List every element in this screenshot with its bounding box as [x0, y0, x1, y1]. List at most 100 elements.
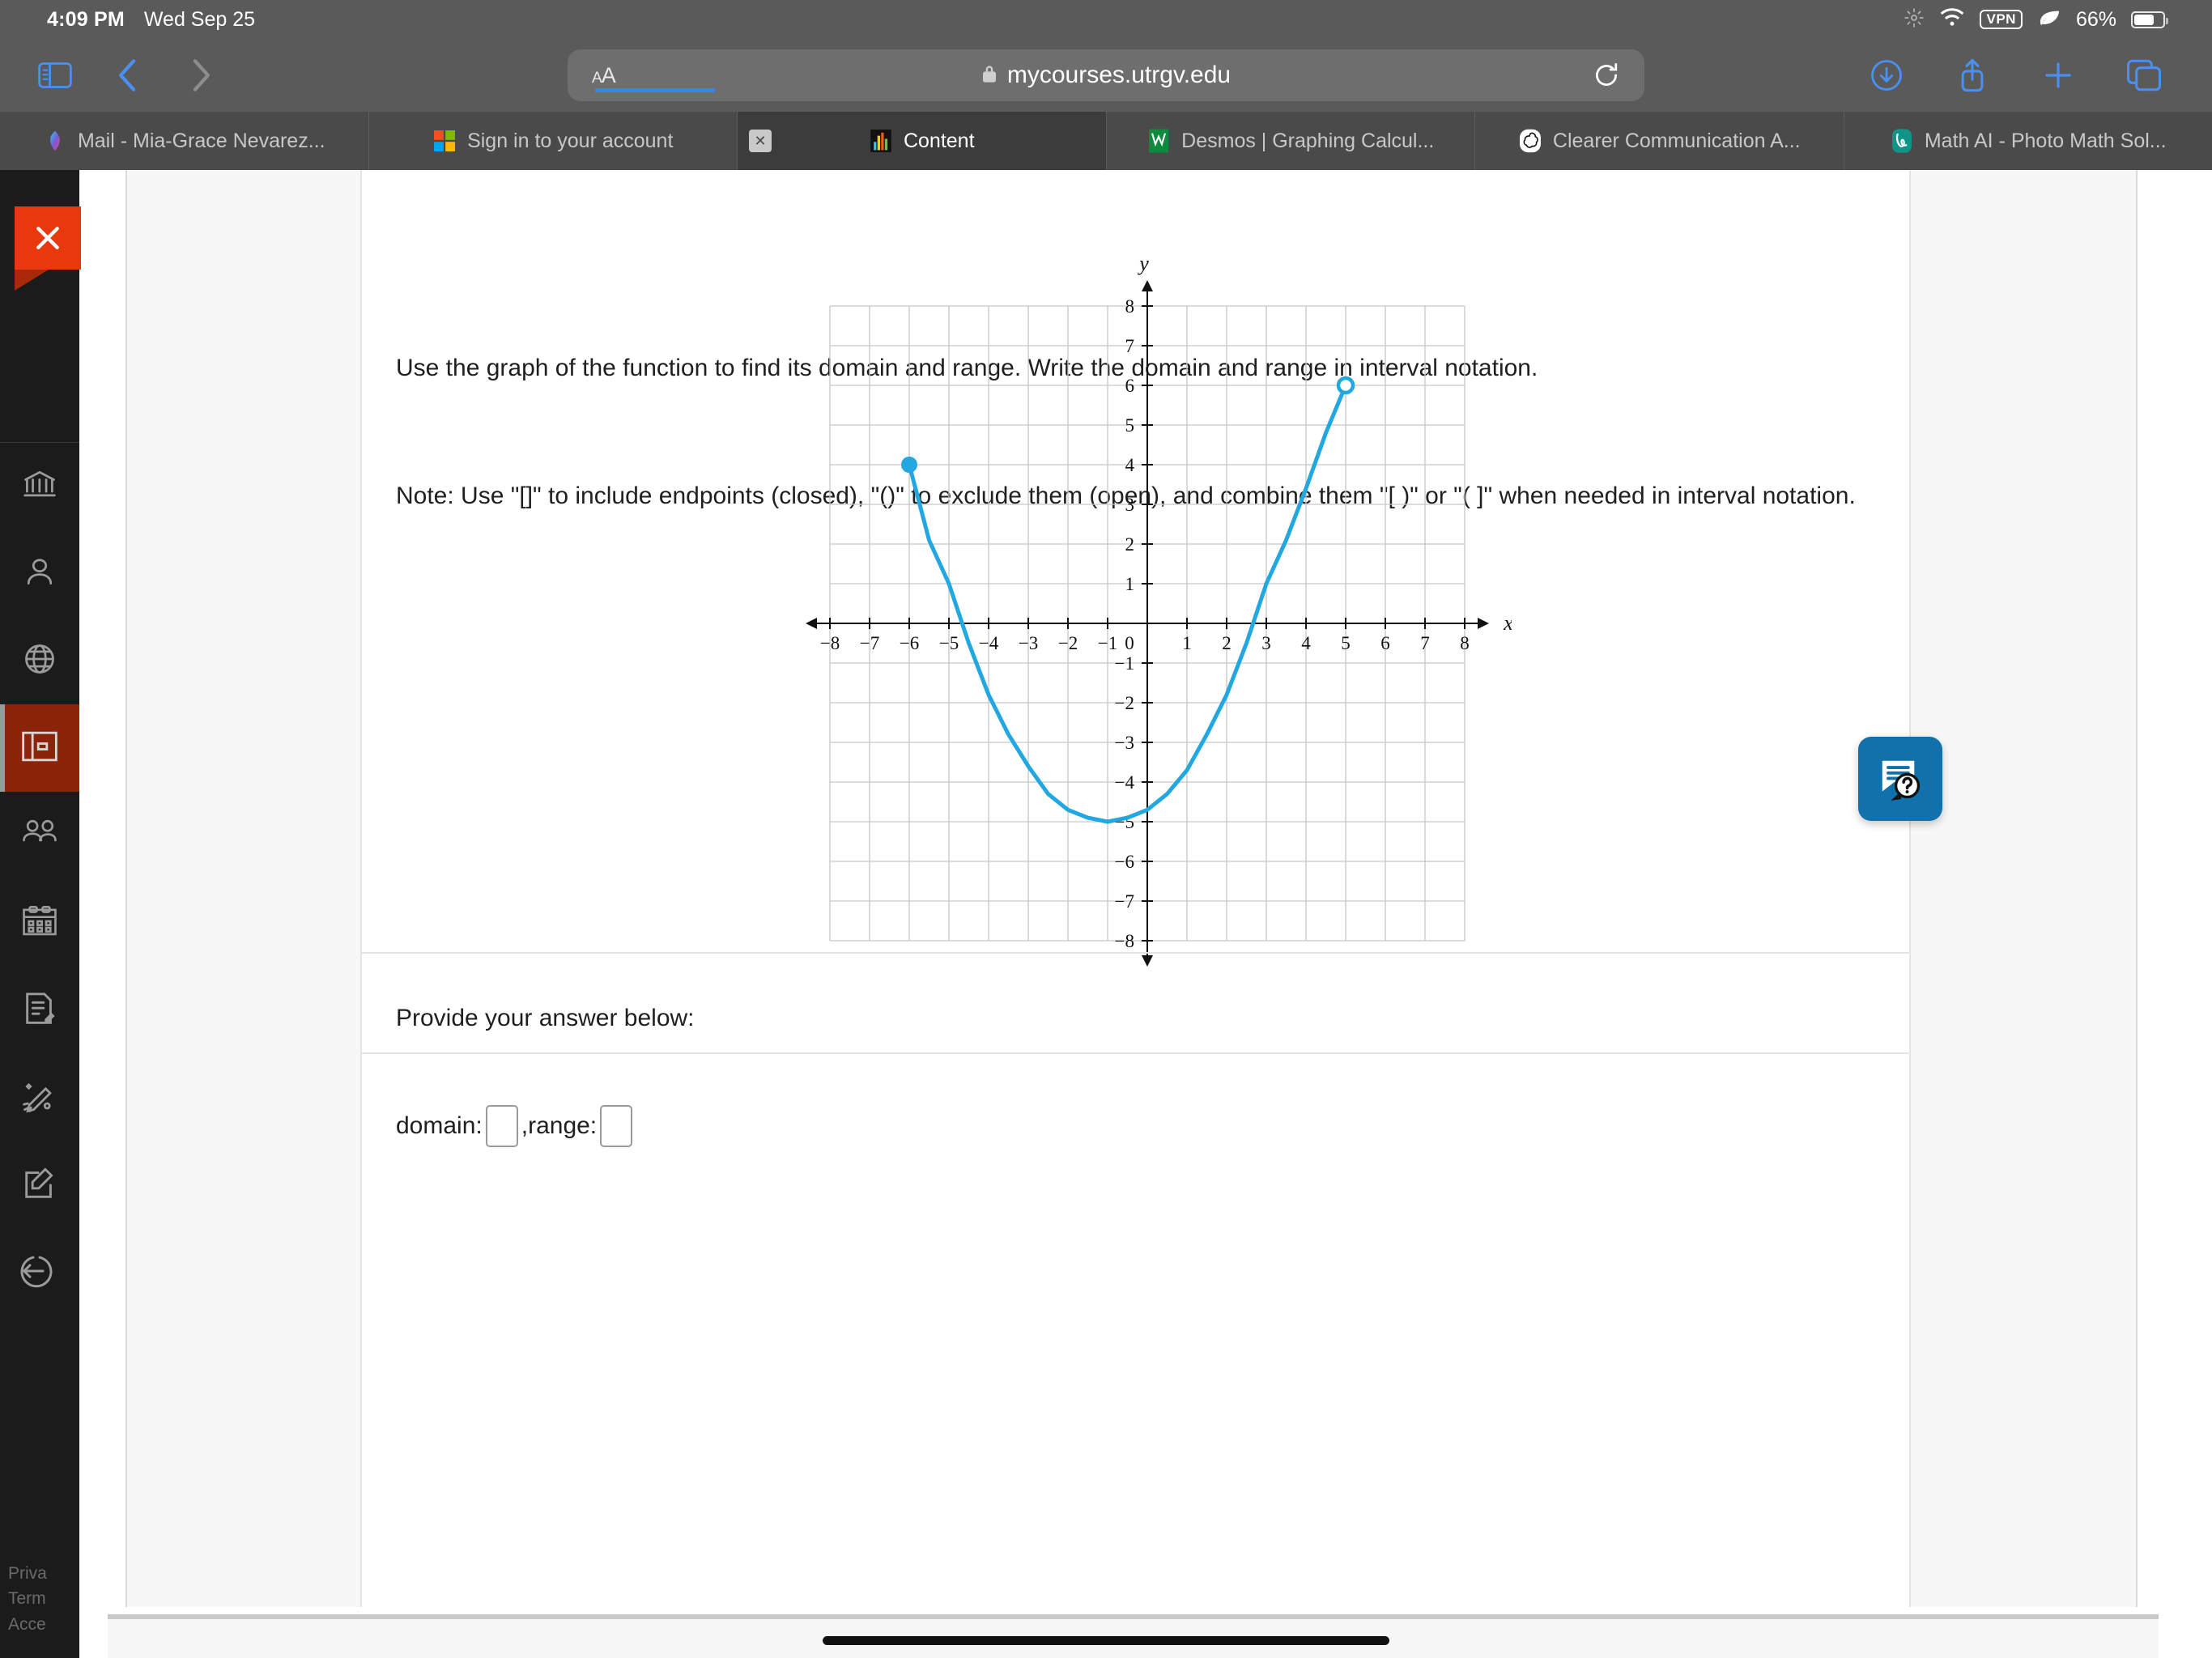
y-tick-label: 1 [1125, 574, 1135, 594]
lms-sidebar: Priva Term Acce [0, 170, 81, 1658]
chat-question-icon [1882, 760, 1921, 801]
lock-icon [981, 64, 998, 87]
privacy-link[interactable]: Priva [8, 1561, 47, 1587]
question-body: Use the graph of the function to find it… [360, 170, 1911, 1607]
field-separator: , [521, 1112, 529, 1139]
status-date: Wed Sep 25 [143, 7, 256, 31]
tab-mail[interactable]: Mail - Mia-Grace Nevarez... [0, 112, 369, 170]
sidebar-item-globe[interactable] [0, 617, 79, 704]
sidebar-item-groups[interactable] [0, 792, 79, 879]
open-endpoint-circle [1336, 376, 1355, 395]
sidebar-item-tools[interactable] [0, 1054, 79, 1141]
divider-below-answer-prompt [362, 1052, 1909, 1054]
text-size-button[interactable]: AAAA [592, 63, 715, 92]
openai-icon [1518, 129, 1542, 153]
function-curve [907, 383, 1348, 824]
ipad-status-bar: 4:09 PM Wed Sep 25 VPN 66% [0, 0, 2212, 39]
x-tick-label: 2 [1222, 633, 1231, 653]
sidebar-close-button[interactable] [15, 206, 81, 291]
y-tick-label: 5 [1125, 415, 1135, 436]
url-bar-container: AAAA mycourses.utrgv.edu [0, 49, 2212, 101]
browser-toolbar: AAAA mycourses.utrgv.edu [0, 39, 2212, 112]
question-card: Use the graph of the function to find it… [125, 170, 2138, 1607]
screen: 4:09 PM Wed Sep 25 VPN 66% AA mycourses.… [0, 0, 2212, 1658]
url-display: mycourses.utrgv.edu [568, 62, 1644, 89]
tab-content[interactable]: ✕ Content [738, 112, 1107, 170]
url-bar[interactable]: AAAA mycourses.utrgv.edu [568, 49, 1644, 101]
accessibility-link[interactable]: Acce [8, 1612, 47, 1638]
battery-icon [2131, 11, 2168, 28]
y-tick-label: −8 [1115, 931, 1134, 951]
reload-button[interactable] [1593, 62, 1620, 89]
calendar-icon [21, 903, 58, 943]
terms-link[interactable]: Term [8, 1586, 47, 1612]
mathai-icon [1890, 129, 1914, 153]
tab-signin[interactable]: Sign in to your account [369, 112, 738, 170]
x-tick-label: 8 [1460, 633, 1470, 653]
lms-page: Use the graph of the function to find it… [108, 170, 2159, 1619]
y-tick-label: −7 [1115, 891, 1134, 912]
y-tick-label: −6 [1115, 852, 1134, 872]
tab-math-ai[interactable]: Math AI - Photo Math Sol... [1844, 112, 2212, 170]
sidebar-item-course-content[interactable] [0, 704, 79, 792]
x-tick-label: −5 [939, 633, 959, 653]
lms-chart-icon [869, 129, 893, 153]
domain-input[interactable] [485, 1105, 518, 1147]
function-graph: −8 −7 −6 −5 −4 −3 −2 −1 1 2 3 4 5 6 7 8 0 −8 −7 −6 −5 −4 −3 −2−… [783, 241, 1513, 986]
x-tick-label: −2 [1058, 633, 1078, 653]
sidebar-item-assignments[interactable] [0, 967, 79, 1054]
content-panel-icon [21, 729, 58, 767]
bank-icon [22, 466, 57, 506]
microsoft-icon [432, 129, 457, 153]
sidebar-item-notes[interactable] [0, 1141, 79, 1229]
sun-brightness-icon [1904, 7, 1925, 32]
x-axis-arrow-left [806, 618, 817, 629]
origin-label: 0 [1125, 633, 1134, 653]
outlook-icon [43, 129, 67, 153]
y-axis-label: y [1137, 252, 1149, 275]
x-tick-label: −7 [860, 633, 879, 653]
document-pencil-icon [21, 990, 58, 1031]
tab-chatgpt[interactable]: Clearer Communication A... [1475, 112, 1844, 170]
sidebar-item-sign-out[interactable] [0, 1229, 79, 1316]
person-icon [22, 554, 57, 593]
answer-prompt: Provide your answer below: [396, 1005, 695, 1031]
tab-bar: Mail - Mia-Grace Nevarez... Sign in to y… [0, 112, 2212, 170]
sidebar-item-institution[interactable] [0, 442, 79, 529]
x-tick-label: 4 [1301, 633, 1311, 653]
globe-icon [22, 641, 57, 681]
x-tick-label: 7 [1420, 633, 1430, 653]
edit-square-icon [21, 1165, 58, 1206]
x-axis-label: x [1503, 611, 1512, 635]
tab-title: Math AI - Photo Math Sol... [1924, 129, 2167, 152]
rocket-pencil-icon [20, 1078, 59, 1119]
x-tick-label: 5 [1341, 633, 1351, 653]
range-input[interactable] [600, 1105, 633, 1147]
sidebar-item-profile[interactable] [0, 529, 79, 617]
wifi-icon [1939, 7, 1965, 32]
range-label: range: [528, 1112, 598, 1139]
tab-desmos[interactable]: Desmos | Graphing Calcul... [1107, 112, 1475, 170]
answer-row: domain: , range: [396, 1105, 636, 1147]
x-axis-arrow-right [1478, 618, 1489, 629]
sidebar-item-calendar[interactable] [0, 879, 79, 967]
logout-icon [20, 1252, 59, 1295]
home-indicator [823, 1636, 1389, 1645]
help-button[interactable] [1858, 737, 1942, 821]
y-tick-label: 2 [1125, 534, 1135, 555]
domain-label: domain: [396, 1112, 483, 1139]
vpn-badge: VPN [1980, 9, 2023, 30]
axes [806, 280, 1489, 967]
y-tick-label: −3 [1115, 733, 1134, 753]
x-tick-label: 1 [1182, 633, 1192, 653]
status-right: VPN 66% [1904, 7, 2168, 32]
leaf-icon [2037, 8, 2061, 32]
tab-title: Clearer Communication A... [1552, 129, 1801, 152]
page-load-progress [595, 87, 715, 92]
tab-title: Desmos | Graphing Calcul... [1181, 129, 1435, 152]
y-tick-label: −2 [1115, 693, 1134, 713]
y-axis-arrow-up [1142, 280, 1153, 291]
close-tab-icon[interactable]: ✕ [749, 130, 772, 152]
status-left: 4:09 PM Wed Sep 25 [47, 8, 255, 32]
sidebar-footer-links: Priva Term Acce [8, 1561, 47, 1638]
